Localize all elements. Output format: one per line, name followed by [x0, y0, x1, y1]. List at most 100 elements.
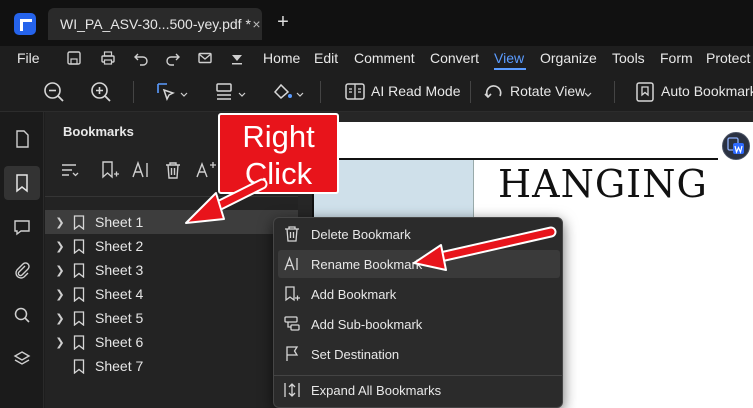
- expand-collapse-icon[interactable]: [60, 160, 80, 185]
- context-delete-bookmark[interactable]: Delete Bookmark: [278, 220, 560, 248]
- active-menu-indicator: [494, 68, 526, 70]
- bookmark-label: Sheet 7: [95, 358, 144, 374]
- background-color-chevron-icon[interactable]: [296, 86, 304, 102]
- zoom-in-icon[interactable]: [89, 80, 113, 107]
- select-tool-chevron-icon[interactable]: [180, 86, 188, 102]
- expand-chevron-icon[interactable]: ❯: [53, 288, 67, 301]
- document-heading: HANGING: [498, 162, 708, 206]
- comments-icon[interactable]: [4, 210, 40, 244]
- bookmark-icon: [73, 286, 87, 302]
- expand-chevron-icon[interactable]: ❯: [53, 240, 67, 253]
- bookmark-icon: [73, 262, 87, 278]
- expand-chevron-icon[interactable]: ❯: [53, 312, 67, 325]
- font-size-icon[interactable]: [195, 160, 217, 185]
- annotation-line-2: Click: [244, 156, 313, 191]
- bookmark-label: Sheet 3: [95, 262, 144, 278]
- auto-bookmark-icon[interactable]: [634, 80, 656, 107]
- ai-read-mode-icon[interactable]: [344, 80, 366, 107]
- bookmark-label: Sheet 4: [95, 286, 144, 302]
- expand-chevron-icon[interactable]: ❯: [53, 264, 67, 277]
- menu-tools[interactable]: Tools: [612, 50, 645, 66]
- menu-edit[interactable]: Edit: [314, 50, 338, 66]
- view-toolbar: AI Read Mode Rotate View Auto Bookmark: [0, 72, 753, 112]
- menu-home[interactable]: Home: [263, 50, 300, 66]
- menu-file[interactable]: File: [17, 50, 40, 66]
- document-tab[interactable]: WI_PA_ASV-30...500-yey.pdf * ×: [48, 8, 262, 40]
- menu-view[interactable]: View: [494, 50, 524, 66]
- background-color-icon[interactable]: [270, 80, 294, 107]
- bookmark-item-sheet-1[interactable]: ❯ Sheet 1: [45, 210, 298, 234]
- bookmark-item-sheet-6[interactable]: ❯ Sheet 6: [45, 330, 298, 354]
- expand-chevron-icon[interactable]: ❯: [53, 216, 67, 229]
- context-item-label: Set Destination: [311, 346, 400, 362]
- new-tab-button[interactable]: +: [272, 11, 294, 35]
- add-bookmark-icon[interactable]: [100, 160, 120, 185]
- context-set-destination[interactable]: Set Destination: [278, 340, 560, 368]
- select-tool-icon[interactable]: [154, 80, 178, 107]
- delete-bookmark-icon[interactable]: [163, 160, 183, 185]
- ai-read-mode-button[interactable]: AI Read Mode: [371, 83, 461, 99]
- save-icon[interactable]: [66, 50, 82, 69]
- rotate-view-button[interactable]: Rotate View: [510, 83, 585, 99]
- toolbar-separator: [614, 81, 615, 103]
- panel-divider: [45, 196, 298, 197]
- app-logo-icon[interactable]: [14, 13, 36, 35]
- bookmark-icon: [73, 238, 87, 254]
- bookmark-item-sheet-3[interactable]: ❯ Sheet 3: [45, 258, 298, 282]
- context-item-label: Add Bookmark: [311, 286, 397, 302]
- left-navigation-rail: [0, 112, 44, 408]
- context-item-label: Rename Bookmark: [311, 256, 423, 272]
- search-icon[interactable]: [4, 298, 40, 332]
- bookmark-item-sheet-4[interactable]: ❯ Sheet 4: [45, 282, 298, 306]
- rotate-view-chevron-icon[interactable]: [584, 86, 592, 102]
- attachments-icon[interactable]: [4, 254, 40, 288]
- bookmarks-panel-title: Bookmarks: [63, 124, 134, 139]
- menu-convert[interactable]: Convert: [430, 50, 479, 66]
- undo-icon[interactable]: [133, 50, 149, 69]
- toolbar-separator: [133, 81, 134, 103]
- rename-bookmark-icon[interactable]: [131, 160, 151, 185]
- menu-organize[interactable]: Organize: [540, 50, 597, 66]
- context-add-sub-bookmark[interactable]: Add Sub-bookmark: [278, 310, 560, 338]
- bookmark-icon: [73, 310, 87, 326]
- bookmarks-panel-icon[interactable]: [4, 166, 40, 200]
- bookmark-icon: [73, 358, 87, 374]
- page-layout-chevron-icon[interactable]: [238, 86, 246, 102]
- document-tab-title: WI_PA_ASV-30...500-yey.pdf *: [60, 16, 251, 32]
- bookmark-item-sheet-5[interactable]: ❯ Sheet 5: [45, 306, 298, 330]
- bookmark-item-sheet-2[interactable]: ❯ Sheet 2: [45, 234, 298, 258]
- add-bookmark-icon: [282, 284, 302, 304]
- context-rename-bookmark[interactable]: Rename Bookmark: [278, 250, 560, 278]
- rotate-view-icon[interactable]: [482, 80, 506, 107]
- rename-icon: [282, 254, 302, 274]
- menu-form[interactable]: Form: [660, 50, 693, 66]
- close-tab-icon[interactable]: ×: [251, 16, 262, 32]
- bookmark-label: Sheet 6: [95, 334, 144, 350]
- menu-bar: File Home Edit Comment Convert View Orga…: [0, 46, 753, 72]
- context-item-label: Delete Bookmark: [311, 226, 411, 242]
- bookmark-item-sheet-7[interactable]: Sheet 7: [45, 354, 298, 378]
- context-add-bookmark[interactable]: Add Bookmark: [278, 280, 560, 308]
- bookmark-context-menu: Delete Bookmark Rename Bookmark Add Book…: [273, 217, 563, 408]
- toolbar-separator: [470, 81, 471, 103]
- auto-bookmark-button[interactable]: Auto Bookmark: [661, 83, 753, 99]
- bookmark-label: Sheet 5: [95, 310, 144, 326]
- word-convert-float-icon[interactable]: [722, 132, 750, 160]
- toolbar-separator: [320, 81, 321, 103]
- menu-comment[interactable]: Comment: [354, 50, 415, 66]
- zoom-out-icon[interactable]: [42, 80, 66, 107]
- right-click-annotation: Right Click: [218, 113, 339, 194]
- thumbnails-icon[interactable]: [4, 122, 40, 156]
- bookmark-label: Sheet 2: [95, 238, 144, 254]
- page-layout-icon[interactable]: [212, 80, 236, 107]
- bookmark-icon: [73, 334, 87, 350]
- menu-protect[interactable]: Protect: [706, 50, 750, 66]
- email-icon[interactable]: [197, 50, 213, 69]
- redo-icon[interactable]: [165, 50, 181, 69]
- print-icon[interactable]: [100, 50, 116, 69]
- context-expand-all-bookmarks[interactable]: Expand All Bookmarks: [278, 376, 560, 404]
- expand-chevron-icon[interactable]: ❯: [53, 336, 67, 349]
- layers-icon[interactable]: [4, 342, 40, 376]
- quick-access-dropdown-icon[interactable]: [230, 50, 244, 69]
- bookmark-icon: [73, 214, 87, 230]
